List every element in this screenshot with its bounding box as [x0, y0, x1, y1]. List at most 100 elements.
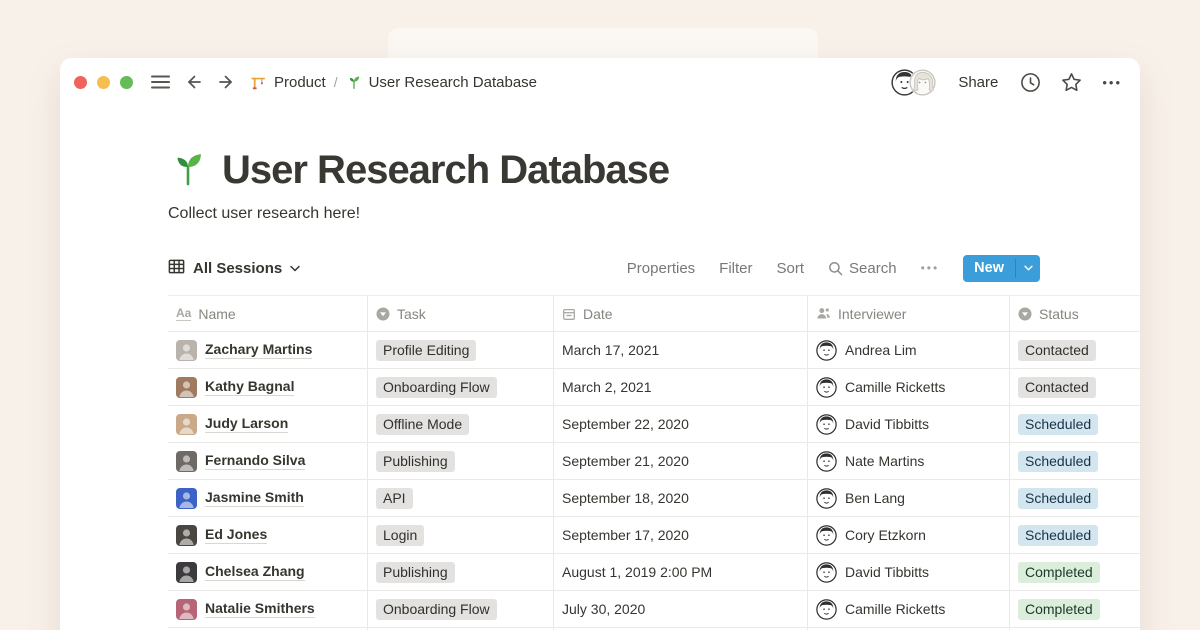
- cell-task[interactable]: Onboarding Flow: [368, 369, 554, 405]
- column-label: Date: [583, 306, 613, 322]
- cell-name[interactable]: Zachary Martins: [168, 332, 368, 368]
- view-switcher[interactable]: All Sessions: [168, 258, 300, 279]
- table-row: Judy Larson Offline Mode September 22, 2…: [168, 406, 1140, 443]
- cell-name[interactable]: Fernando Silva: [168, 443, 368, 479]
- row-interviewer: David Tibbitts: [845, 564, 929, 580]
- cell-name[interactable]: Jasmine Smith: [168, 480, 368, 516]
- row-date: September 21, 2020: [562, 453, 689, 469]
- person-photo-avatar: [176, 451, 197, 472]
- database-toolbar: All Sessions Properties Filter Sort Sear…: [168, 253, 1040, 283]
- cell-date[interactable]: September 18, 2020: [554, 480, 808, 516]
- cell-status[interactable]: Completed: [1010, 591, 1140, 627]
- interviewer-avatar: [816, 451, 837, 472]
- cell-status[interactable]: Completed: [1010, 554, 1140, 590]
- person-photo-avatar: [176, 414, 197, 435]
- breadcrumb-separator: /: [334, 74, 338, 90]
- close-window-button[interactable]: [74, 76, 87, 89]
- cell-task[interactable]: Offline Mode: [368, 406, 554, 442]
- share-button[interactable]: Share: [958, 74, 998, 91]
- row-name: Fernando Silva: [205, 452, 305, 470]
- column-label: Name: [198, 306, 235, 322]
- search-button[interactable]: Search: [828, 260, 897, 277]
- cell-name[interactable]: Judy Larson: [168, 406, 368, 442]
- cell-name[interactable]: Kathy Bagnal: [168, 369, 368, 405]
- person-photo-avatar: [176, 340, 197, 361]
- cell-date[interactable]: March 2, 2021: [554, 369, 808, 405]
- cell-task[interactable]: Onboarding Flow: [368, 591, 554, 627]
- window-topbar: Product / User Research Database Share •…: [60, 58, 1140, 106]
- menu-icon[interactable]: [151, 75, 170, 89]
- table-row: Fernando Silva Publishing September 21, …: [168, 443, 1140, 480]
- cell-date[interactable]: August 1, 2019 2:00 PM: [554, 554, 808, 590]
- cell-status[interactable]: Scheduled: [1010, 443, 1140, 479]
- cell-interviewer[interactable]: David Tibbitts: [808, 554, 1010, 590]
- column-header-name[interactable]: Aa Name: [168, 296, 368, 331]
- row-interviewer: Camille Ricketts: [845, 601, 945, 617]
- column-header-status[interactable]: Status: [1010, 296, 1140, 331]
- cell-task[interactable]: API: [368, 480, 554, 516]
- cell-name[interactable]: Ed Jones: [168, 517, 368, 553]
- cell-interviewer[interactable]: Andrea Lim: [808, 332, 1010, 368]
- properties-button[interactable]: Properties: [627, 260, 695, 277]
- chevron-down-icon: [1024, 265, 1033, 271]
- database-table: Aa Name Task Date Interviewer Stat: [168, 295, 1140, 630]
- column-header-interviewer[interactable]: Interviewer: [808, 296, 1010, 331]
- cell-interviewer[interactable]: Nate Martins: [808, 443, 1010, 479]
- cell-status[interactable]: Scheduled: [1010, 517, 1140, 553]
- column-header-task[interactable]: Task: [368, 296, 554, 331]
- cell-interviewer[interactable]: Cory Etzkorn: [808, 517, 1010, 553]
- minimize-window-button[interactable]: [97, 76, 110, 89]
- task-tag: Login: [376, 525, 424, 546]
- sort-button[interactable]: Sort: [777, 260, 805, 277]
- row-date: September 18, 2020: [562, 490, 689, 506]
- cell-status[interactable]: Contacted: [1010, 332, 1140, 368]
- cell-name[interactable]: Chelsea Zhang: [168, 554, 368, 590]
- cell-interviewer[interactable]: David Tibbitts: [808, 406, 1010, 442]
- table-view-icon: [168, 258, 185, 279]
- cell-status[interactable]: Scheduled: [1010, 480, 1140, 516]
- cell-interviewer[interactable]: Camille Ricketts: [808, 369, 1010, 405]
- row-date: August 1, 2019 2:00 PM: [562, 564, 712, 580]
- cell-task[interactable]: Login: [368, 517, 554, 553]
- new-button-dropdown[interactable]: [1016, 255, 1040, 282]
- cell-interviewer[interactable]: Camille Ricketts: [808, 591, 1010, 627]
- cell-interviewer[interactable]: Ben Lang: [808, 480, 1010, 516]
- new-button-label[interactable]: New: [963, 255, 1015, 282]
- cell-status[interactable]: Contacted: [1010, 369, 1140, 405]
- favorite-star-icon[interactable]: [1061, 72, 1082, 93]
- back-arrow-icon[interactable]: [184, 73, 203, 91]
- status-tag: Completed: [1018, 599, 1100, 620]
- breadcrumb-page[interactable]: User Research Database: [346, 74, 537, 91]
- date-icon: [562, 307, 576, 321]
- cell-status[interactable]: Scheduled: [1010, 406, 1140, 442]
- filter-button[interactable]: Filter: [719, 260, 752, 277]
- column-header-date[interactable]: Date: [554, 296, 808, 331]
- task-tag: Profile Editing: [376, 340, 476, 361]
- breadcrumb-workspace[interactable]: Product: [250, 74, 326, 91]
- cell-date[interactable]: September 17, 2020: [554, 517, 808, 553]
- updates-clock-icon[interactable]: [1020, 72, 1041, 93]
- status-tag: Completed: [1018, 562, 1100, 583]
- new-button[interactable]: New: [963, 255, 1040, 282]
- table-row: Chelsea Zhang Publishing August 1, 2019 …: [168, 554, 1140, 591]
- interviewer-avatar: [816, 377, 837, 398]
- row-interviewer: David Tibbitts: [845, 416, 929, 432]
- row-date: March 2, 2021: [562, 379, 652, 395]
- table-header-row: Aa Name Task Date Interviewer Stat: [168, 296, 1140, 332]
- toolbar-more-icon[interactable]: •••: [921, 261, 940, 275]
- forward-arrow-icon[interactable]: [217, 73, 236, 91]
- cell-date[interactable]: March 17, 2021: [554, 332, 808, 368]
- cell-date[interactable]: September 22, 2020: [554, 406, 808, 442]
- view-switcher-label: All Sessions: [193, 260, 282, 277]
- cell-date[interactable]: July 30, 2020: [554, 591, 808, 627]
- interviewer-avatar: [816, 340, 837, 361]
- cell-task[interactable]: Profile Editing: [368, 332, 554, 368]
- page-title: User Research Database: [222, 148, 669, 193]
- interviewer-avatar: [816, 488, 837, 509]
- cell-name[interactable]: Natalie Smithers: [168, 591, 368, 627]
- cell-task[interactable]: Publishing: [368, 554, 554, 590]
- cell-task[interactable]: Publishing: [368, 443, 554, 479]
- cell-date[interactable]: September 21, 2020: [554, 443, 808, 479]
- more-options-icon[interactable]: •••: [1102, 75, 1122, 90]
- zoom-window-button[interactable]: [120, 76, 133, 89]
